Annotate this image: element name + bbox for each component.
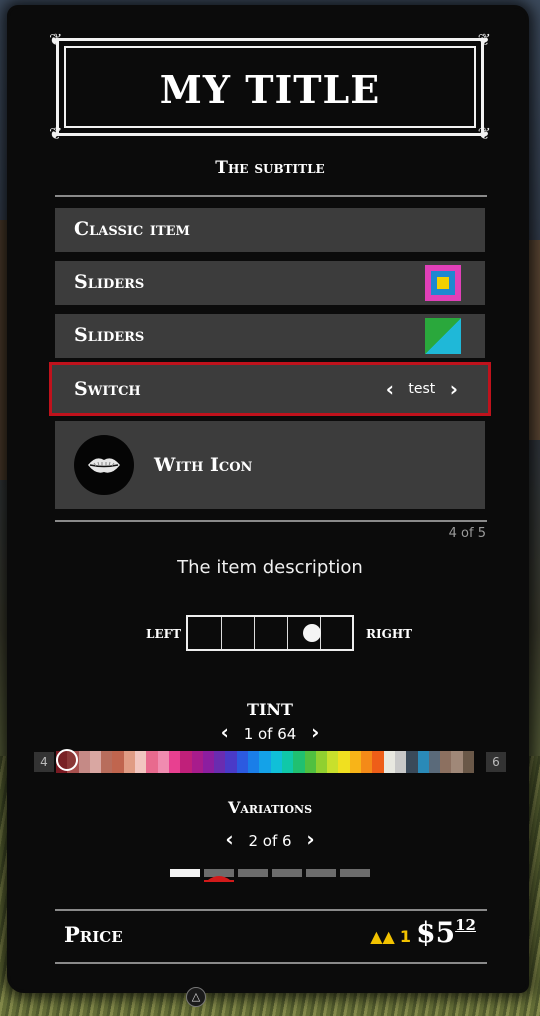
ornament-icon: ❦ <box>49 30 63 49</box>
palette-swatch[interactable] <box>180 751 192 773</box>
color-swatch <box>425 265 461 301</box>
palette-swatch[interactable] <box>270 751 282 773</box>
palette-swatch[interactable] <box>259 751 271 773</box>
variation-indicator-icon <box>204 876 234 882</box>
palette-cursor[interactable] <box>56 749 78 771</box>
lips-icon <box>74 435 134 495</box>
variations-pager-value: 2 of 6 <box>248 832 292 850</box>
palette-swatch[interactable] <box>168 751 181 773</box>
palette-swatch[interactable] <box>112 751 124 773</box>
grid-left-label: LEFT <box>146 627 182 641</box>
palette-swatch[interactable] <box>78 751 90 773</box>
palette-swatch[interactable] <box>101 751 113 773</box>
palette-swatch[interactable] <box>293 751 305 773</box>
variation-bars <box>170 869 370 879</box>
chevron-left-icon[interactable]: ‹ <box>386 379 394 399</box>
variation-bar <box>306 869 336 877</box>
switch-value: test <box>408 381 436 397</box>
palette-swatch[interactable] <box>146 751 158 773</box>
item-description: The item description <box>177 557 363 578</box>
color-swatch <box>425 318 461 354</box>
chevron-right-icon[interactable]: › <box>450 379 458 399</box>
palette-swatch[interactable] <box>214 751 226 773</box>
palette-swatch[interactable] <box>417 751 429 773</box>
price-label: Price <box>64 922 123 947</box>
menu-item-classic[interactable]: Classic item <box>55 208 485 252</box>
price-cents: 12 <box>455 916 476 934</box>
menu-item-label: With Icon <box>154 454 253 476</box>
ornament-icon: ❦ <box>49 124 63 143</box>
menu-item-sliders-1[interactable]: Sliders <box>55 261 485 305</box>
variation-bar <box>340 869 370 877</box>
tint-left-badge[interactable]: 4 <box>34 752 54 772</box>
palette-swatch[interactable] <box>428 751 441 773</box>
palette-swatch[interactable] <box>327 751 339 773</box>
chevron-left-icon[interactable]: ‹ <box>225 827 233 851</box>
divider <box>55 195 487 197</box>
gold-bars-icon: ▲▲ <box>370 927 395 946</box>
tint-pager: ‹ 1 of 64 › <box>0 720 540 744</box>
tint-right-badge[interactable]: 6 <box>486 752 506 772</box>
divider <box>55 962 487 964</box>
ornament-icon: ❦ <box>477 124 491 143</box>
item-counter: 4 of 5 <box>448 526 486 541</box>
switch-control[interactable]: ‹ test › <box>386 379 458 399</box>
chevron-right-icon[interactable]: › <box>311 720 319 744</box>
triangle-button-icon[interactable]: △ <box>186 987 206 1007</box>
menu-item-switch[interactable]: Switch ‹ test › <box>49 362 491 416</box>
menu-item-label: Classic item <box>74 218 190 240</box>
palette-swatch[interactable] <box>383 751 395 773</box>
palette-swatch[interactable] <box>451 751 463 773</box>
page-title: MY TITLE <box>159 67 381 112</box>
tint-palette[interactable] <box>56 751 474 773</box>
palette-swatch[interactable] <box>248 751 260 773</box>
variations-pager: ‹ 2 of 6 › <box>0 827 540 851</box>
palette-swatch[interactable] <box>304 751 316 773</box>
palette-swatch[interactable] <box>462 751 474 773</box>
title-frame: ❦ ❦ ❦ ❦ MY TITLE <box>49 32 491 142</box>
palette-swatch[interactable] <box>157 751 169 773</box>
palette-swatch[interactable] <box>349 751 362 773</box>
chevron-left-icon[interactable]: ‹ <box>221 720 229 744</box>
divider <box>55 520 487 522</box>
tint-pager-value: 1 of 64 <box>243 725 297 743</box>
divider <box>55 909 487 911</box>
palette-swatch[interactable] <box>372 751 384 773</box>
grid-slider-handle[interactable] <box>303 624 321 642</box>
menu-item-with-icon[interactable]: With Icon <box>55 421 485 509</box>
palette-swatch[interactable] <box>202 751 215 773</box>
ornament-icon: ❦ <box>477 30 491 49</box>
palette-swatch[interactable] <box>191 751 203 773</box>
price-value: ▲▲ 1 $512 <box>370 916 476 949</box>
menu-item-sliders-2[interactable]: Sliders <box>55 314 485 358</box>
palette-swatch[interactable] <box>236 751 249 773</box>
palette-swatch[interactable] <box>225 751 237 773</box>
palette-swatch[interactable] <box>361 751 373 773</box>
palette-swatch[interactable] <box>123 751 136 773</box>
chevron-right-icon[interactable]: › <box>306 827 314 851</box>
palette-swatch[interactable] <box>135 751 147 773</box>
gold-amount: 1 <box>399 927 412 946</box>
grid-right-label: RIGHT <box>366 627 413 641</box>
tint-title: TINT <box>247 700 293 719</box>
palette-swatch[interactable] <box>338 751 350 773</box>
menu-item-label: Sliders <box>74 271 145 293</box>
variations-title: Variations <box>227 798 313 817</box>
price-dollars: $5 <box>416 916 456 949</box>
palette-swatch[interactable] <box>440 751 452 773</box>
menu-item-label: Sliders <box>74 324 145 346</box>
page-subtitle: The subtitle <box>215 158 325 178</box>
palette-swatch[interactable] <box>394 751 407 773</box>
menu-item-label: Switch <box>74 378 141 400</box>
grid-slider[interactable] <box>186 615 354 651</box>
palette-swatch[interactable] <box>281 751 294 773</box>
palette-swatch[interactable] <box>89 751 102 773</box>
variation-bar <box>238 869 268 877</box>
variation-bar <box>170 869 200 877</box>
palette-swatch[interactable] <box>406 751 418 773</box>
palette-swatch[interactable] <box>315 751 328 773</box>
variation-bar <box>272 869 302 877</box>
